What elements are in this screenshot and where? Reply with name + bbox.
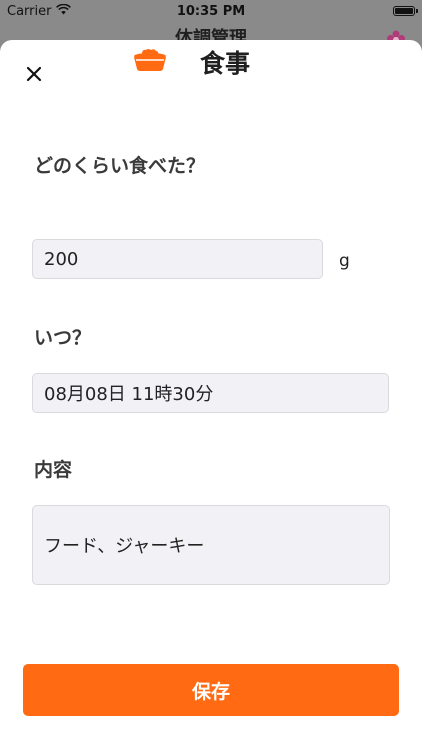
amount-input[interactable]: 200	[32, 239, 323, 279]
meal-sheet: 食事 どのくらい食べた？ 200 g いつ？ 08月08日 11時30分 内容 …	[0, 40, 422, 750]
sheet-title: 食事	[200, 49, 251, 78]
amount-label: どのくらい食べた？	[34, 155, 206, 177]
pet-food-bowl-icon	[132, 48, 168, 76]
time-label: いつ？	[34, 327, 92, 349]
datetime-picker-field[interactable]: 08月08日 11時30分	[32, 373, 389, 413]
meal-entry-screen: Carrier 10:35 PM 体調管理 食事 どのくらい食べた？ 200 g…	[0, 0, 422, 750]
content-textarea[interactable]: フード、ジャーキー	[32, 505, 390, 585]
close-button[interactable]	[20, 62, 48, 90]
save-button[interactable]: 保存	[23, 664, 399, 716]
battery-icon	[393, 6, 418, 16]
close-icon	[26, 66, 42, 86]
status-time: 10:35 PM	[176, 4, 246, 19]
status-bar: Carrier 10:35 PM	[0, 0, 422, 22]
content-label: 内容	[34, 459, 73, 481]
amount-unit: g	[339, 251, 350, 271]
